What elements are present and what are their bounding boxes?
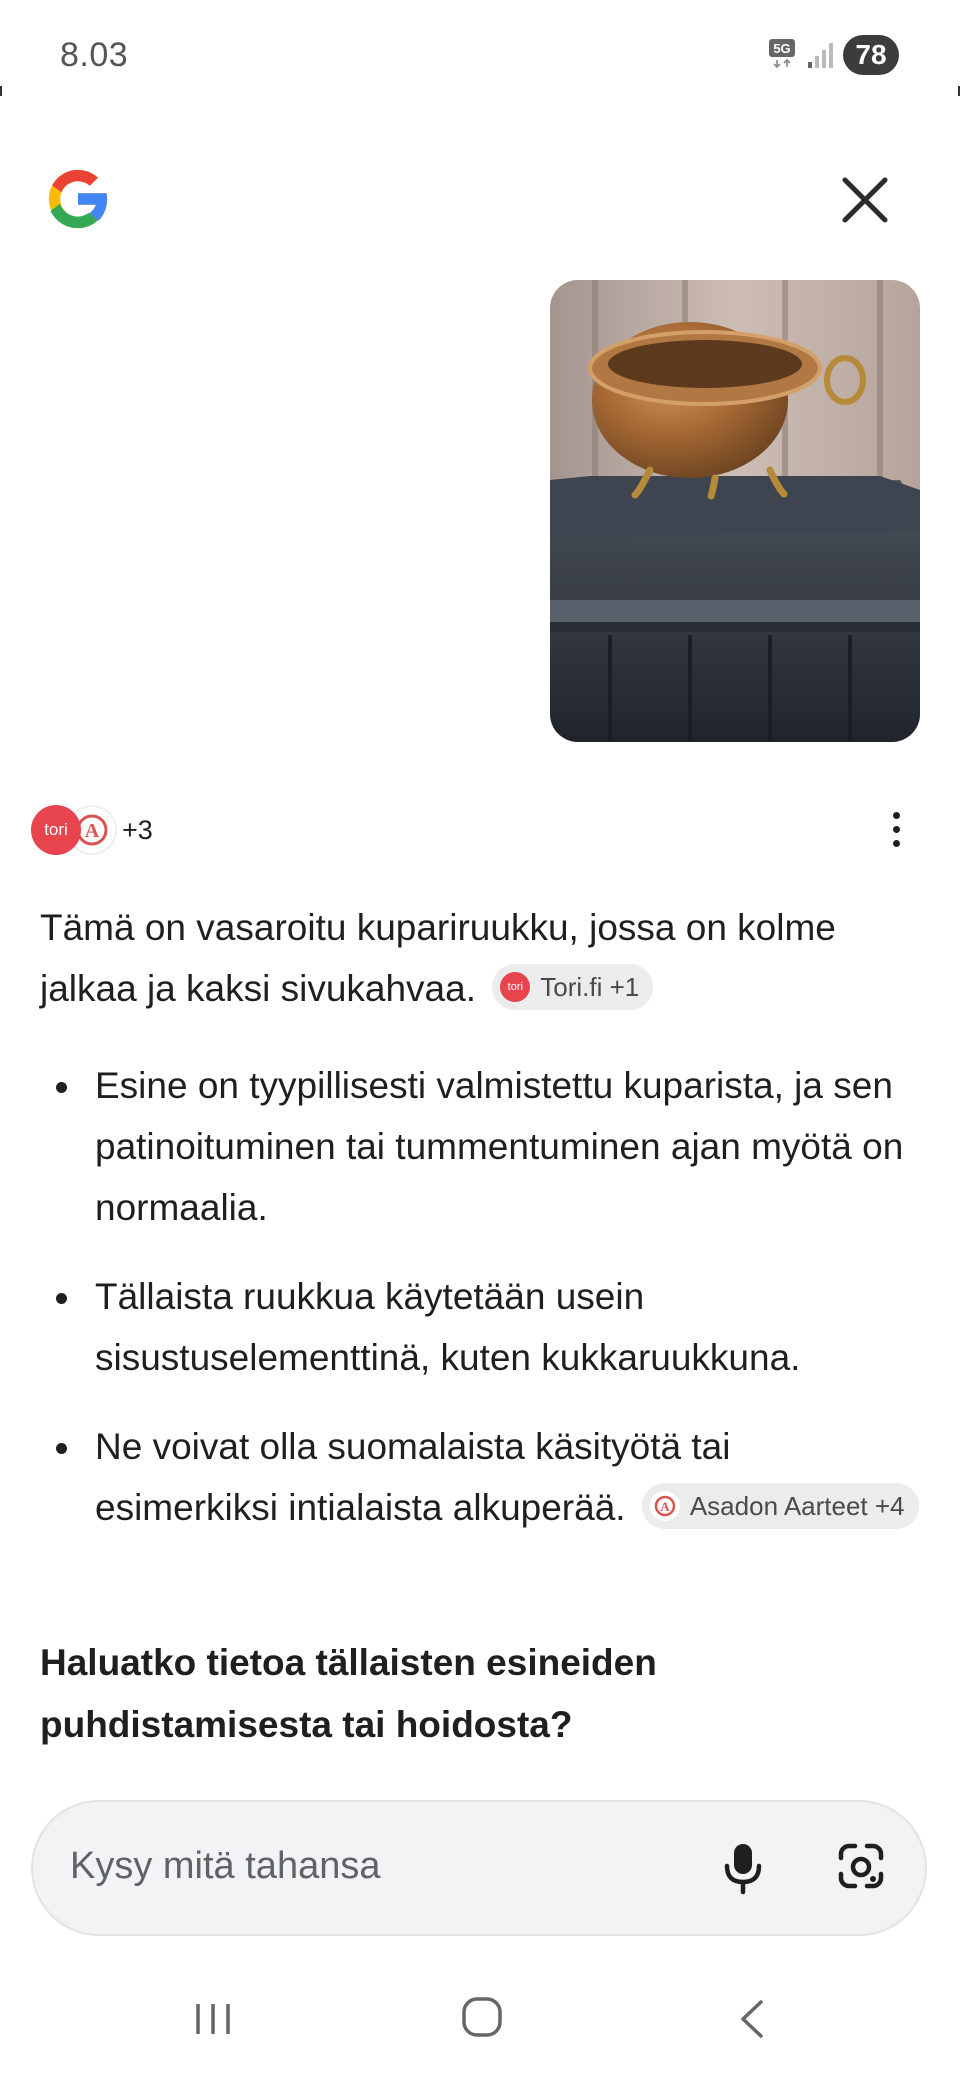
answer-intro-text: Tämä on vasaroitu kupariruukku, jossa on… [40,907,836,1009]
answer-intro: Tämä on vasaroitu kupariruukku, jossa on… [40,897,920,1019]
more-options-button[interactable] [880,808,912,852]
source-chip-tori[interactable]: tori Tori.fi +1 [492,964,654,1011]
voice-input-button[interactable] [718,1840,768,1896]
bullet-dot [56,1443,67,1454]
back-icon [741,2000,763,2038]
uploaded-photo-copper-pot[interactable] [550,280,920,742]
recent-apps-button[interactable] [192,2000,234,2038]
network-5g-icon: 5G [768,38,798,69]
bullet-item: Esine on tyypillisesti valmistettu kupar… [40,1055,920,1238]
source-tori-avatar[interactable]: tori [31,805,81,855]
close-icon [842,177,888,223]
google-lens-icon [838,1843,884,1889]
bullet-item: Ne voivat olla suomalaista käsityötä tai… [40,1416,920,1538]
bullet-text: Tällaista ruukkua käytetään usein sisust… [95,1276,801,1378]
battery-indicator: 78 [843,35,899,75]
source-chip-label: Asadon Aarteet +4 [689,1490,905,1521]
back-button[interactable] [735,1998,767,2040]
google-g-icon [40,160,116,238]
source-chip-asadon-aarteet[interactable]: A Asadon Aarteet +4 [641,1483,919,1530]
screen-edge-mark [0,86,2,96]
ask-input-placeholder[interactable]: Kysy mitä tahansa [70,1845,380,1888]
asadon-aarteet-logo-icon: A [649,1491,680,1522]
more-vert-icon [893,812,900,819]
close-button[interactable] [835,170,895,230]
sources-count[interactable]: +3 [122,815,153,846]
recent-apps-icon [196,2004,230,2034]
bullet-text: Ne voivat olla suomalaista käsityötä tai… [95,1426,731,1528]
microphone-icon [724,1844,762,1895]
svg-text:A: A [660,1499,670,1514]
svg-text:5G: 5G [773,41,790,56]
home-button[interactable] [460,1995,504,2039]
signal-strength-icon [806,40,838,70]
bullet-dot [56,1293,67,1304]
google-lens-button[interactable] [835,1840,887,1892]
bullet-dot [56,1082,67,1093]
answer-bullet-list: Esine on tyypillisesti valmistettu kupar… [40,1055,920,1566]
bullet-text: Esine on tyypillisesti valmistettu kupar… [95,1065,904,1228]
svg-text:A: A [85,820,100,842]
status-time: 8.03 [60,36,129,74]
followup-question: Haluatko tietoa tällaisten esineiden puh… [40,1642,657,1745]
source-chip-label: Tori.fi +1 [540,971,640,1002]
home-icon [462,1997,502,2037]
bullet-item: Tällaista ruukkua käytetään usein sisust… [40,1266,920,1388]
tori-logo-icon: tori [500,972,531,1003]
